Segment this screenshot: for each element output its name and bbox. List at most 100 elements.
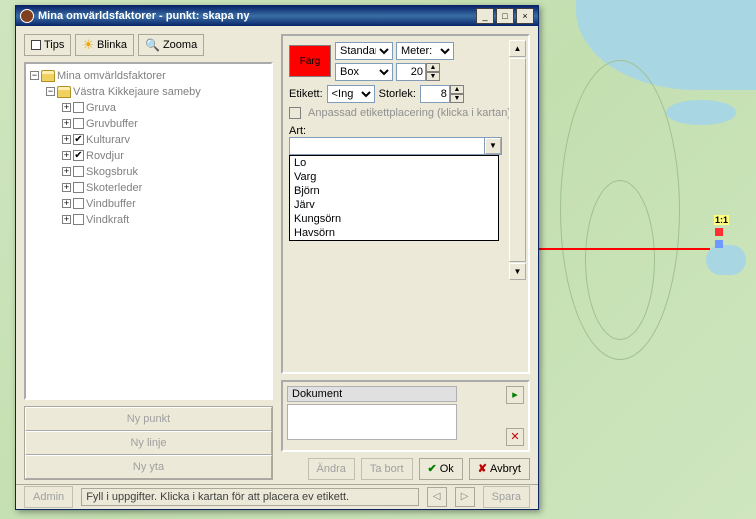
layer-checkbox[interactable]	[73, 182, 84, 193]
chevron-down-icon[interactable]: ▼	[485, 138, 501, 154]
art-option[interactable]: Björn	[290, 184, 498, 198]
scroll-up-icon[interactable]: ▲	[509, 40, 526, 57]
expand-icon[interactable]: +	[62, 135, 71, 144]
art-option[interactable]: Järv	[290, 198, 498, 212]
storlek-spinner[interactable]: ▲▼	[420, 85, 464, 103]
art-option[interactable]: Havsörn	[290, 226, 498, 240]
spin-up-icon[interactable]: ▲	[426, 63, 440, 72]
symbol-select[interactable]: Box	[335, 63, 393, 81]
blinka-button[interactable]: ☀ Blinka	[75, 34, 134, 56]
properties-box: ▲ ▼ Färg Standar Meter: Box	[281, 34, 530, 374]
scroll-down-icon[interactable]: ▼	[509, 263, 526, 280]
spin-up-icon[interactable]: ▲	[450, 85, 464, 94]
delete-button[interactable]: Ta bort	[361, 458, 413, 480]
tree-item[interactable]: + Gruvbuffer	[30, 116, 267, 132]
ok-button[interactable]: ✔Ok	[419, 458, 463, 480]
tree-item-label: Gruvbuffer	[86, 118, 138, 130]
layer-checkbox[interactable]	[73, 166, 84, 177]
art-input[interactable]	[290, 138, 485, 154]
tree-group-label: Västra Kikkejaure sameby	[73, 86, 201, 98]
tree-item[interactable]: +✔Kulturarv	[30, 132, 267, 148]
action-buttons: Ändra Ta bort ✔Ok ✘Avbryt	[281, 458, 530, 480]
zooma-button[interactable]: 🔍 Zooma	[138, 34, 204, 56]
admin-button[interactable]: Admin	[24, 486, 73, 508]
expand-icon[interactable]: +	[62, 103, 71, 112]
color-swatch[interactable]: Färg	[289, 45, 331, 77]
sun-icon: ☀	[82, 37, 94, 53]
size-spinner[interactable]: ▲▼	[396, 63, 440, 81]
remove-document-button[interactable]: ✕	[506, 428, 524, 446]
expand-icon[interactable]: +	[62, 215, 71, 224]
tips-toggle[interactable]: Tips	[24, 34, 71, 56]
tree-group[interactable]: − Västra Kikkejaure sameby	[30, 84, 267, 100]
tips-checkbox-icon	[31, 40, 41, 50]
layer-checkbox[interactable]	[73, 214, 84, 225]
collapse-icon[interactable]: −	[30, 71, 39, 80]
expand-icon[interactable]: +	[62, 119, 71, 128]
tree-item[interactable]: +Skogsbruk	[30, 164, 267, 180]
layer-checkbox[interactable]	[73, 198, 84, 209]
document-list[interactable]	[287, 404, 457, 440]
app-icon	[20, 9, 34, 23]
tree-root[interactable]: − Mina omvärldsfaktorer	[30, 68, 267, 84]
tree-item[interactable]: +✔Rovdjur	[30, 148, 267, 164]
statusbar: Admin Fyll i uppgifter. Klicka i kartan …	[16, 484, 538, 509]
layer-checkbox[interactable]	[73, 118, 84, 129]
window-title: Mina omvärldsfaktorer - punkt: skapa ny	[38, 10, 474, 22]
new-point-button[interactable]: Ny punkt	[25, 407, 272, 431]
spin-down-icon[interactable]: ▼	[426, 72, 440, 81]
minimize-button[interactable]: _	[476, 8, 494, 24]
tree-item[interactable]: +Vindbuffer	[30, 196, 267, 212]
storlek-label: Storlek:	[379, 88, 416, 100]
layer-checkbox[interactable]: ✔	[73, 134, 84, 145]
tree-root-label: Mina omvärldsfaktorer	[57, 70, 166, 82]
new-area-button[interactable]: Ny yta	[25, 455, 272, 479]
left-panel: Tips ☀ Blinka 🔍 Zooma − Mina omvärldsfak…	[24, 34, 273, 480]
add-document-button[interactable]: ▸	[506, 386, 524, 404]
unit-select[interactable]: Meter:	[396, 42, 454, 60]
new-line-button[interactable]: Ny linje	[25, 431, 272, 455]
art-label: Art:	[289, 125, 306, 137]
scroll-thumb[interactable]	[509, 58, 526, 262]
titlebar[interactable]: Mina omvärldsfaktorer - punkt: skapa ny …	[16, 6, 538, 26]
etikett-select[interactable]: <Ing	[327, 85, 375, 103]
maximize-button[interactable]: □	[496, 8, 514, 24]
close-button[interactable]: ×	[516, 8, 534, 24]
expand-icon[interactable]: +	[62, 167, 71, 176]
cancel-button[interactable]: ✘Avbryt	[469, 458, 530, 480]
folder-icon	[57, 86, 71, 98]
art-option[interactable]: Kungsörn	[290, 212, 498, 226]
collapse-icon[interactable]: −	[46, 87, 55, 96]
map-marker-red[interactable]	[715, 228, 723, 236]
tips-label: Tips	[44, 39, 64, 51]
spin-down-icon[interactable]: ▼	[450, 94, 464, 103]
storlek-input[interactable]	[420, 85, 450, 103]
properties-scrollbar[interactable]: ▲ ▼	[509, 40, 526, 280]
size-input[interactable]	[396, 63, 426, 81]
document-header: Dokument	[287, 386, 457, 402]
art-option[interactable]: Varg	[290, 170, 498, 184]
edit-button[interactable]: Ändra	[308, 458, 355, 480]
map-marker-blue[interactable]	[715, 240, 723, 248]
tree-item[interactable]: + Skoterleder	[30, 180, 267, 196]
save-button[interactable]: Spara	[483, 486, 530, 508]
standard-select[interactable]: Standar	[335, 42, 393, 60]
expand-icon[interactable]: +	[62, 151, 71, 160]
expand-icon[interactable]: +	[62, 199, 71, 208]
dialog-window: Mina omvärldsfaktorer - punkt: skapa ny …	[15, 5, 539, 510]
tree-item-label: Skoterleder	[86, 182, 142, 194]
status-message: Fyll i uppgifter. Klicka i kartan för at…	[81, 488, 418, 506]
layer-checkbox[interactable]	[73, 102, 84, 113]
art-combobox[interactable]: ▼ LoVargBjörnJärvKungsörnHavsörn	[289, 137, 502, 155]
tree-item[interactable]: +Gruva	[30, 100, 267, 116]
layer-tree[interactable]: − Mina omvärldsfaktorer − Västra Kikkeja…	[24, 62, 273, 400]
layer-checkbox[interactable]: ✔	[73, 150, 84, 161]
etikett-label: Etikett:	[289, 88, 323, 100]
art-option[interactable]: Lo	[290, 156, 498, 170]
anpassad-checkbox[interactable]	[289, 107, 301, 119]
expand-icon[interactable]: +	[62, 183, 71, 192]
tree-item[interactable]: +Vindkraft	[30, 212, 267, 228]
art-dropdown-list[interactable]: LoVargBjörnJärvKungsörnHavsörn	[289, 155, 499, 241]
next-button[interactable]: ▷	[455, 487, 475, 507]
prev-button[interactable]: ◁	[427, 487, 447, 507]
